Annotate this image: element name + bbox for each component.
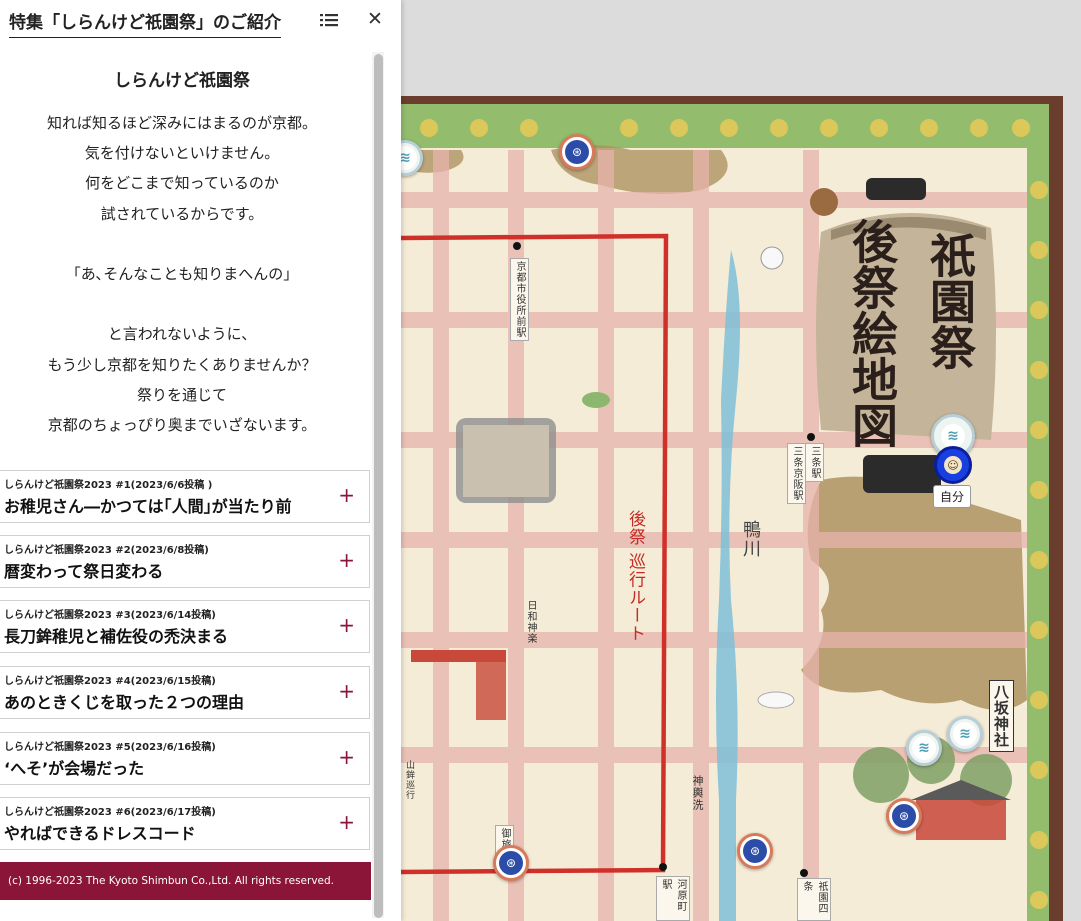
expand-icon[interactable]: + <box>338 485 355 505</box>
label-hiyori-kagura: 日和神楽 <box>525 600 536 644</box>
map-title-line-1: 祇園祭 <box>923 232 977 370</box>
intro-line: と言われないように、 <box>107 325 257 344</box>
label-gion-shijo-station: 祇園四条 <box>797 878 831 921</box>
expand-icon[interactable]: + <box>338 550 355 570</box>
map-illustration <box>401 96 1063 921</box>
article-item-6[interactable]: しらんけど祇園祭2023 #6(2023/6/17投稿) やればできるドレスコー… <box>0 797 370 850</box>
label-yasaka-shrine: 八坂神社 <box>989 680 1014 752</box>
article-title: 暦変わって祭日変わる <box>4 562 164 581</box>
festival-marker[interactable]: ⊛ <box>886 798 922 834</box>
intro-line: 試されているからです。 <box>100 204 264 223</box>
intro-line: 知れば知るほど深みにはまるのが京都。 <box>46 114 317 132</box>
copyright-footer: (c) 1996-2023 The Kyoto Shimbun Co.,Ltd.… <box>0 862 371 900</box>
article-subtitle: しらんけど祇園祭2023 #5(2023/6/16投稿) <box>4 742 216 753</box>
article-title: お稚児さん―かつては｢人間｣が当たり前 <box>4 497 292 516</box>
label-kamogawa-river: 鴨川 <box>740 520 761 558</box>
label-kawaramachi-station: 河原町駅 <box>656 876 690 921</box>
intro-line: 気を付けないといけません。 <box>84 144 280 163</box>
expand-icon[interactable]: + <box>338 747 355 767</box>
scrollbar-thumb[interactable] <box>374 54 383 918</box>
close-icon[interactable]: ✕ <box>364 8 386 30</box>
intro-heading: しらんけど祇園祭 <box>114 71 250 91</box>
article-item-3[interactable]: しらんけど祇園祭2023 #3(2023/6/14投稿) 長刀鉾稚児と補佐役の禿… <box>0 600 370 653</box>
intro-line: もう少し京都を知りたくありませんか？ <box>47 355 317 374</box>
intro-line <box>0 229 364 259</box>
article-subtitle: しらんけど祇園祭2023 #4(2023/6/15投稿) <box>4 676 216 687</box>
intro-line: 何をどこまで知っているのか <box>85 174 279 193</box>
article-item-2[interactable]: しらんけど祇園祭2023 #2(2023/6/8投稿) 暦変わって祭日変わる + <box>0 535 370 588</box>
current-location-label: 自分 <box>933 485 972 508</box>
article-item-1[interactable]: しらんけど祇園祭2023 #1(2023/6/6投稿 ) お稚児さん―かつては｢… <box>0 470 370 523</box>
water-icon: ≋ <box>912 736 936 760</box>
intro-line: 「あ､そんなことも知りまへんの」 <box>65 265 299 284</box>
tomoe-icon: ⊛ <box>892 804 916 828</box>
water-marker[interactable]: ≋ <box>906 730 942 766</box>
article-subtitle: しらんけど祇園祭2023 #2(2023/6/8投稿) <box>4 545 209 556</box>
water-marker[interactable]: ≋ <box>947 716 983 752</box>
list-icon[interactable] <box>318 10 340 30</box>
expand-icon[interactable]: + <box>338 615 355 635</box>
article-title: やればできるドレスコード <box>4 824 196 843</box>
festival-marker[interactable]: ⊛ <box>493 845 529 881</box>
water-icon: ≋ <box>401 146 417 170</box>
intro-line <box>0 289 364 319</box>
label-shinyo-arai: 神輿洗 <box>691 775 704 811</box>
label-sanjo-keihan-station: 三条京阪駅 <box>787 443 806 504</box>
label-yamahoko-junko: 山鉾巡行 <box>404 760 414 800</box>
intro-line: 京都のちょっぴり奥までいざないます。 <box>47 416 317 435</box>
person-location-icon: ☺ <box>944 456 962 474</box>
article-item-4[interactable]: しらんけど祇園祭2023 #4(2023/6/15投稿) あのときくじを取った２… <box>0 666 370 719</box>
article-title: ‘へそ’が会場だった <box>4 759 145 778</box>
article-item-5[interactable]: しらんけど祇園祭2023 #5(2023/6/16投稿) ‘へそ’が会場だった … <box>0 732 370 785</box>
article-subtitle: しらんけど祇園祭2023 #6(2023/6/17投稿) <box>4 807 216 818</box>
article-subtitle: しらんけど祇園祭2023 #3(2023/6/14投稿) <box>4 610 216 621</box>
label-parade-route: 後祭 巡行ルート <box>625 510 645 643</box>
panel-header: 特集「しらんけど祇園祭」のご紹介 ✕ <box>0 0 401 46</box>
expand-icon[interactable]: + <box>338 681 355 701</box>
expand-icon[interactable]: + <box>338 812 355 832</box>
article-title: 長刀鉾稚児と補佐役の禿決まる <box>4 627 229 646</box>
festival-marker[interactable]: ⊛ <box>559 134 595 170</box>
water-icon: ≋ <box>953 722 977 746</box>
article-title: あのときくじを取った２つの理由 <box>4 693 245 712</box>
current-location-marker[interactable]: ☺ <box>934 446 972 484</box>
article-subtitle: しらんけど祇園祭2023 #1(2023/6/6投稿 ) <box>4 480 213 491</box>
intro-text: 知れば知るほど深みにはまるのが京都。 気を付けないといけません。 何をどこまで知… <box>0 108 364 440</box>
map-title-line-2: 後祭絵地図 <box>845 218 899 448</box>
feature-panel: 特集「しらんけど祇園祭」のご紹介 ✕ しらんけど祇園祭 知れば知るほど深みにはま… <box>0 0 401 921</box>
label-sanjo-station: 三条駅 <box>805 443 824 482</box>
tomoe-icon: ⊛ <box>743 839 767 863</box>
panel-title: 特集「しらんけど祇園祭」のご紹介 <box>9 8 281 38</box>
water-icon: ≋ <box>941 424 965 448</box>
label-shiyakusho-station: 京都市役所前駅 <box>510 258 529 341</box>
festival-marker[interactable]: ⊛ <box>737 833 773 869</box>
tomoe-icon: ⊛ <box>565 140 589 164</box>
tomoe-icon: ⊛ <box>499 851 523 875</box>
intro-line: 祭りを通じて <box>136 385 227 404</box>
festival-map[interactable]: 祇園祭 後祭絵地図 京都市役所前駅 三条京阪駅 三条駅 鴨川 後祭 巡行ルート … <box>401 0 1081 921</box>
